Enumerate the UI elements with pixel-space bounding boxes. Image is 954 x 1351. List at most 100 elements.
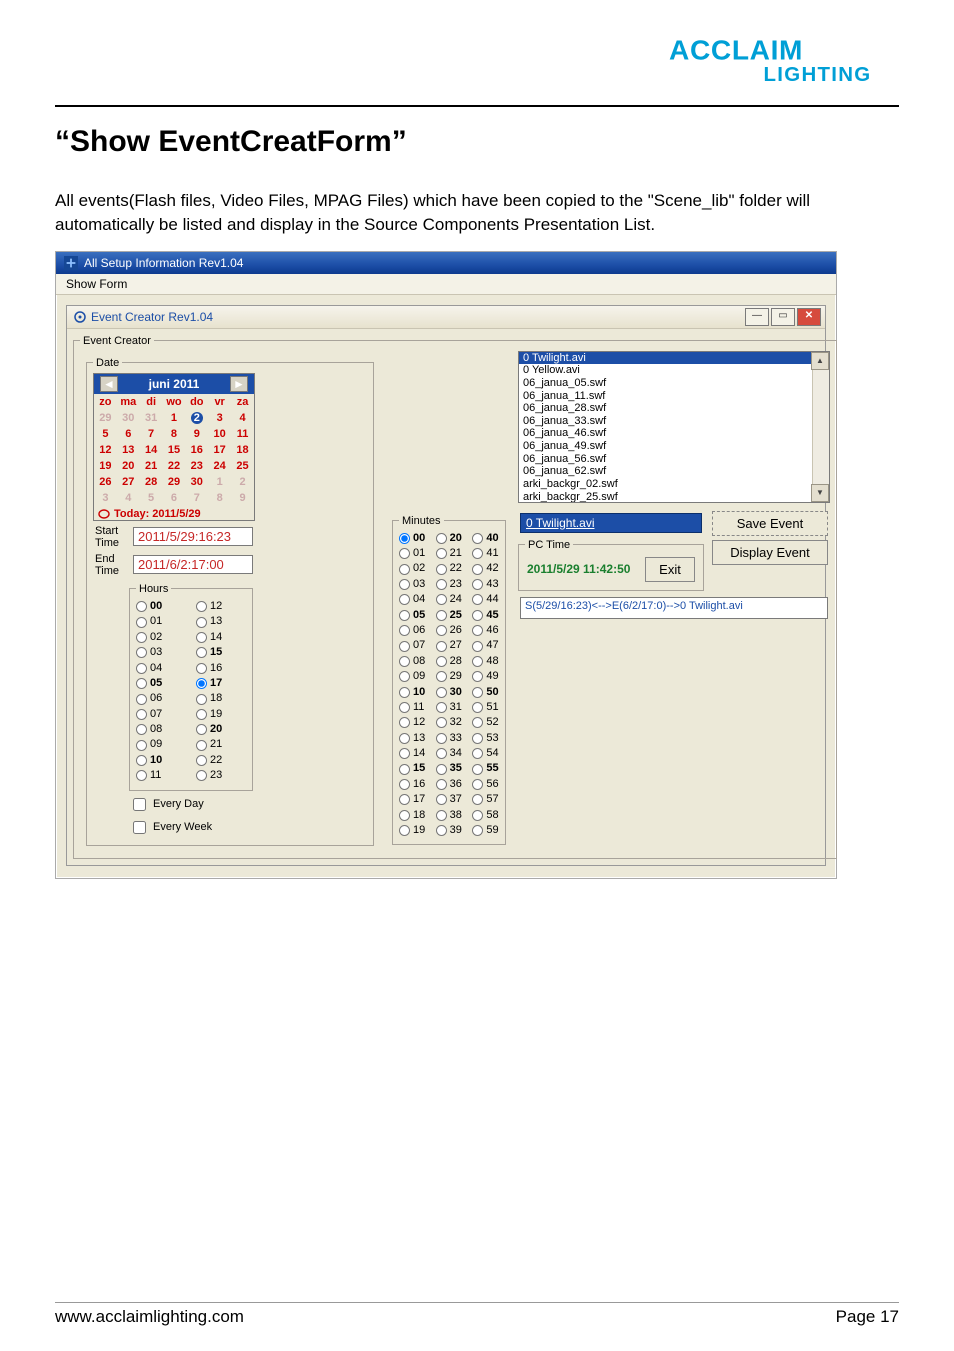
min-radio[interactable]: 20: [436, 531, 463, 546]
min-radio[interactable]: 46: [472, 623, 499, 638]
min-radio[interactable]: 47: [472, 638, 499, 653]
min-radio[interactable]: 27: [436, 638, 463, 653]
hour-radio[interactable]: 16: [196, 661, 246, 676]
min-radio[interactable]: 38: [436, 808, 463, 823]
min-radio[interactable]: 22: [436, 561, 463, 576]
cal-day[interactable]: 9: [185, 426, 208, 442]
hour-radio[interactable]: 06: [136, 691, 186, 706]
cal-day[interactable]: 17: [208, 442, 231, 458]
list-item[interactable]: 06_janua_46.swf: [519, 427, 829, 440]
hour-radio[interactable]: 17: [196, 676, 246, 691]
hour-radio[interactable]: 20: [196, 722, 246, 737]
cal-day[interactable]: 4: [117, 490, 140, 506]
min-radio[interactable]: 48: [472, 654, 499, 669]
cal-day[interactable]: 31: [140, 410, 163, 426]
min-radio[interactable]: 36: [436, 777, 463, 792]
cal-day[interactable]: 30: [185, 474, 208, 490]
min-radio[interactable]: 32: [436, 715, 463, 730]
min-radio[interactable]: 05: [399, 608, 426, 623]
min-radio[interactable]: 10: [399, 685, 426, 700]
cal-day[interactable]: 23: [185, 458, 208, 474]
cal-day[interactable]: 2: [185, 410, 208, 426]
min-radio[interactable]: 42: [472, 561, 499, 576]
hour-radio[interactable]: 13: [196, 614, 246, 629]
hour-radio[interactable]: 00: [136, 599, 186, 614]
min-radio[interactable]: 19: [399, 823, 426, 838]
hour-radio[interactable]: 04: [136, 661, 186, 676]
cal-day[interactable]: 29: [163, 474, 186, 490]
cal-day[interactable]: 8: [208, 490, 231, 506]
min-radio[interactable]: 26: [436, 623, 463, 638]
list-item[interactable]: 06_janua_49.swf: [519, 440, 829, 453]
max-button[interactable]: ▭: [771, 308, 795, 326]
cal-day[interactable]: 15: [163, 442, 186, 458]
hour-radio[interactable]: 03: [136, 645, 186, 660]
min-radio[interactable]: 33: [436, 731, 463, 746]
cal-day[interactable]: 20: [117, 458, 140, 474]
cal-prev-button[interactable]: ◄: [100, 376, 118, 392]
min-radio[interactable]: 45: [472, 608, 499, 623]
start-time-input[interactable]: [133, 527, 253, 546]
min-radio[interactable]: 56: [472, 777, 499, 792]
list-scrollbar[interactable]: [812, 352, 829, 502]
file-listbox[interactable]: 0 Twilight.avi0 Yellow.avi06_janua_05.sw…: [518, 351, 830, 503]
close-button[interactable]: ✕: [797, 308, 821, 326]
cal-day[interactable]: 5: [94, 426, 117, 442]
cal-day[interactable]: 19: [94, 458, 117, 474]
min-radio[interactable]: 52: [472, 715, 499, 730]
min-radio[interactable]: 50: [472, 685, 499, 700]
min-radio[interactable]: 03: [399, 577, 426, 592]
cal-day[interactable]: 16: [185, 442, 208, 458]
min-radio[interactable]: 21: [436, 546, 463, 561]
hour-radio[interactable]: 01: [136, 614, 186, 629]
min-radio[interactable]: 11: [399, 700, 426, 715]
cal-day[interactable]: 6: [163, 490, 186, 506]
min-radio[interactable]: 58: [472, 808, 499, 823]
cal-day[interactable]: 24: [208, 458, 231, 474]
cal-day[interactable]: 30: [117, 410, 140, 426]
min-radio[interactable]: 25: [436, 608, 463, 623]
min-radio[interactable]: 08: [399, 654, 426, 669]
display-event-button[interactable]: Display Event: [712, 540, 828, 565]
min-radio[interactable]: 23: [436, 577, 463, 592]
hour-radio[interactable]: 12: [196, 599, 246, 614]
min-button[interactable]: —: [745, 308, 769, 326]
list-item[interactable]: 06_janua_33.swf: [519, 415, 829, 428]
min-radio[interactable]: 39: [436, 823, 463, 838]
cal-day[interactable]: 1: [163, 410, 186, 426]
min-radio[interactable]: 02: [399, 561, 426, 576]
cal-day[interactable]: 5: [140, 490, 163, 506]
list-item[interactable]: 06_janua_62.swf: [519, 465, 829, 478]
cal-day[interactable]: 1: [208, 474, 231, 490]
min-radio[interactable]: 57: [472, 792, 499, 807]
min-radio[interactable]: 00: [399, 531, 426, 546]
hour-radio[interactable]: 05: [136, 676, 186, 691]
hour-radio[interactable]: 14: [196, 630, 246, 645]
cal-day[interactable]: 27: [117, 474, 140, 490]
list-item[interactable]: 06_janua_56.swf: [519, 453, 829, 466]
cal-day[interactable]: 13: [117, 442, 140, 458]
min-radio[interactable]: 28: [436, 654, 463, 669]
min-radio[interactable]: 09: [399, 669, 426, 684]
min-radio[interactable]: 29: [436, 669, 463, 684]
min-radio[interactable]: 15: [399, 761, 426, 776]
scroll-down-icon[interactable]: ▼: [811, 484, 829, 502]
min-radio[interactable]: 31: [436, 700, 463, 715]
list-item[interactable]: 06_janua_11.swf: [519, 390, 829, 403]
min-radio[interactable]: 01: [399, 546, 426, 561]
min-radio[interactable]: 16: [399, 777, 426, 792]
cal-day[interactable]: 6: [117, 426, 140, 442]
cal-day[interactable]: 12: [94, 442, 117, 458]
end-time-input[interactable]: [133, 555, 253, 574]
min-radio[interactable]: 06: [399, 623, 426, 638]
min-radio[interactable]: 37: [436, 792, 463, 807]
hour-radio[interactable]: 11: [136, 768, 186, 783]
list-item[interactable]: 0 Twilight.avi: [519, 352, 829, 365]
list-item[interactable]: arki_backgr_02.swf: [519, 478, 829, 491]
hour-radio[interactable]: 08: [136, 722, 186, 737]
list-item[interactable]: 0 Yellow.avi: [519, 364, 829, 377]
cal-day[interactable]: 7: [185, 490, 208, 506]
min-radio[interactable]: 44: [472, 592, 499, 607]
cal-day[interactable]: 8: [163, 426, 186, 442]
min-radio[interactable]: 35: [436, 761, 463, 776]
